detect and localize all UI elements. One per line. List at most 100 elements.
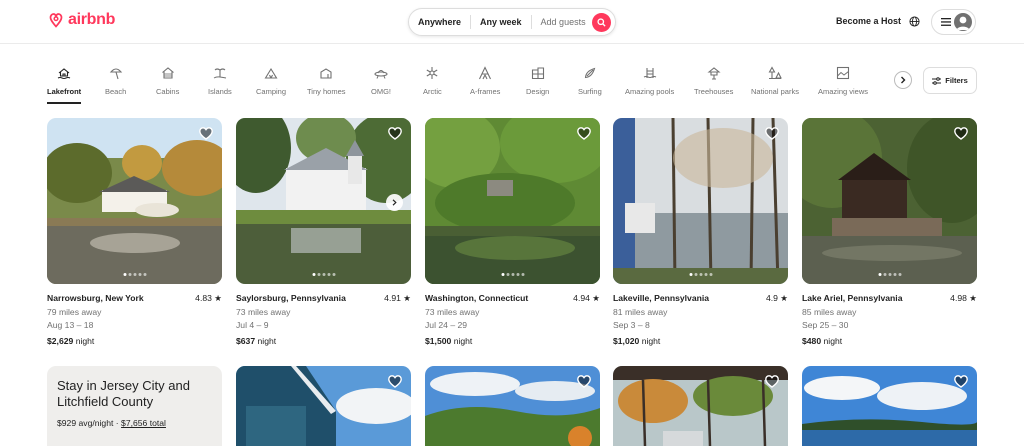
category-label: Islands [208, 87, 232, 96]
categories-next-button[interactable] [894, 71, 912, 89]
carousel-dots [501, 273, 524, 276]
category-beach[interactable]: Beach [105, 66, 126, 96]
listing-price: $2,629 night [47, 335, 95, 346]
airbnb-logo[interactable]: airbnb [47, 10, 115, 30]
category-cabins[interactable]: Cabins [156, 66, 179, 96]
category-a-frames[interactable]: A-frames [470, 66, 500, 96]
category-camping[interactable]: Camping [256, 66, 286, 96]
category-label: Amazing views [818, 87, 869, 96]
promo-card[interactable]: Stay in Jersey City and Litchfield Count… [47, 366, 222, 446]
category-tiny-homes[interactable]: Tiny homes [307, 66, 346, 96]
listing-card[interactable]: Lakeville, Pennsylvania 4.9 ★ 81 miles a… [613, 118, 788, 348]
category-amazing-pools[interactable]: Amazing pools [625, 66, 674, 96]
search-icon [597, 18, 606, 27]
listing-card[interactable]: Washington, Connecticut 4.94 ★ 73 miles … [425, 118, 600, 348]
category-surfing[interactable]: Surfing [578, 66, 602, 96]
tent-icon [264, 67, 278, 79]
search-anywhere-button[interactable]: Anywhere [409, 15, 472, 29]
listing-distance: 73 miles away [236, 306, 291, 317]
category-label: OMG! [371, 87, 391, 96]
user-icon [956, 16, 970, 30]
listing-rating: 4.9 ★ [765, 293, 788, 303]
listing-rating: 4.83 ★ [195, 293, 222, 303]
category-label: Surfing [578, 87, 602, 96]
island-icon [213, 68, 226, 79]
design-icon [531, 67, 544, 80]
top-header: airbnb Anywhere Any week Add guests Beco… [0, 0, 1024, 44]
listing-price: $637 night [236, 335, 277, 346]
category-islands[interactable]: Islands [208, 66, 232, 96]
carousel-dots [123, 273, 146, 276]
listing-photo[interactable] [425, 366, 600, 446]
heart-icon[interactable] [765, 127, 779, 140]
listing-dates: Sep 3 – 8 [613, 320, 650, 330]
category-national-parks[interactable]: National parks [751, 66, 799, 96]
category-label: Lakefront [47, 87, 82, 96]
filters-label: Filters [945, 76, 968, 85]
heart-icon[interactable] [577, 127, 591, 140]
listing-photo[interactable] [802, 366, 977, 446]
a-frame-icon [479, 66, 492, 80]
heart-icon[interactable] [954, 375, 968, 388]
ufo-icon [374, 69, 388, 79]
listing-photo-image [47, 118, 222, 284]
globe-icon[interactable] [909, 16, 920, 27]
category-label: A-frames [470, 87, 501, 96]
listing-rating: 4.91 ★ [384, 293, 411, 303]
promo-title: Stay in Jersey City and Litchfield Count… [57, 378, 190, 409]
category-lakefront[interactable]: Lakefront [47, 66, 82, 104]
heart-icon[interactable] [577, 375, 591, 388]
heart-icon[interactable] [388, 127, 402, 140]
filters-button[interactable]: Filters [923, 67, 977, 94]
listing-photo-image [425, 366, 600, 446]
lakefront-icon [57, 68, 71, 79]
search-any-week-button[interactable]: Any week [471, 15, 532, 29]
photo-next-button[interactable] [386, 194, 403, 211]
logo-text: airbnb [68, 11, 116, 28]
category-treehouses[interactable]: Treehouses [694, 66, 733, 96]
search-add-guests-button[interactable]: Add guests [532, 15, 590, 29]
category-label: Beach [105, 87, 127, 96]
heart-icon[interactable] [954, 127, 968, 140]
listing-location: Lakeville, Pennsylvania [613, 293, 710, 303]
promo-total-link[interactable]: $7,656 total [121, 418, 166, 428]
listing-photo[interactable] [613, 118, 788, 284]
listing-photo-image [802, 366, 977, 446]
category-omg[interactable]: OMG! [371, 66, 391, 96]
listing-distance: 79 miles away [47, 306, 102, 317]
beach-umbrella-icon [109, 68, 122, 80]
heart-icon[interactable] [765, 375, 779, 388]
category-arctic[interactable]: Arctic [423, 66, 442, 96]
heart-icon[interactable] [388, 375, 402, 388]
search-bar[interactable]: Anywhere Any week Add guests [408, 8, 616, 36]
category-label: Design [526, 87, 550, 96]
listing-distance: 73 miles away [425, 306, 480, 317]
snowflake-icon [426, 67, 438, 79]
listing-photo[interactable] [425, 118, 600, 284]
views-icon [836, 66, 850, 80]
carousel-dots [689, 273, 712, 276]
listing-card[interactable]: Saylorsburg, Pennsylvania 4.91 ★ 73 mile… [236, 118, 411, 348]
listing-distance: 81 miles away [613, 306, 668, 317]
listing-photo[interactable] [802, 118, 977, 284]
category-label: National parks [751, 87, 799, 96]
listing-photo-image [802, 118, 977, 284]
listing-photo[interactable] [613, 366, 788, 446]
listing-distance: 85 miles away [802, 306, 857, 317]
promo-price: $929 avg/night · $7,656 total [57, 418, 166, 428]
listing-card[interactable]: Narrowsburg, New York 4.83 ★ 79 miles aw… [47, 118, 222, 348]
category-amazing-views[interactable]: Amazing views [818, 66, 868, 96]
carousel-dots [878, 273, 901, 276]
become-a-host-link[interactable]: Become a Host [836, 16, 901, 26]
listing-photo-image [425, 118, 600, 284]
listing-card[interactable]: Lake Ariel, Pennsylvania 4.98 ★ 85 miles… [802, 118, 977, 348]
heart-icon[interactable] [199, 127, 213, 140]
listing-photo[interactable] [47, 118, 222, 284]
category-label: Camping [256, 87, 287, 96]
category-design[interactable]: Design [526, 66, 549, 96]
user-menu-button[interactable] [931, 9, 976, 35]
search-button[interactable] [592, 13, 611, 32]
listing-photo[interactable] [236, 366, 411, 446]
category-label: Cabins [156, 87, 180, 96]
listing-photo[interactable] [236, 118, 411, 284]
